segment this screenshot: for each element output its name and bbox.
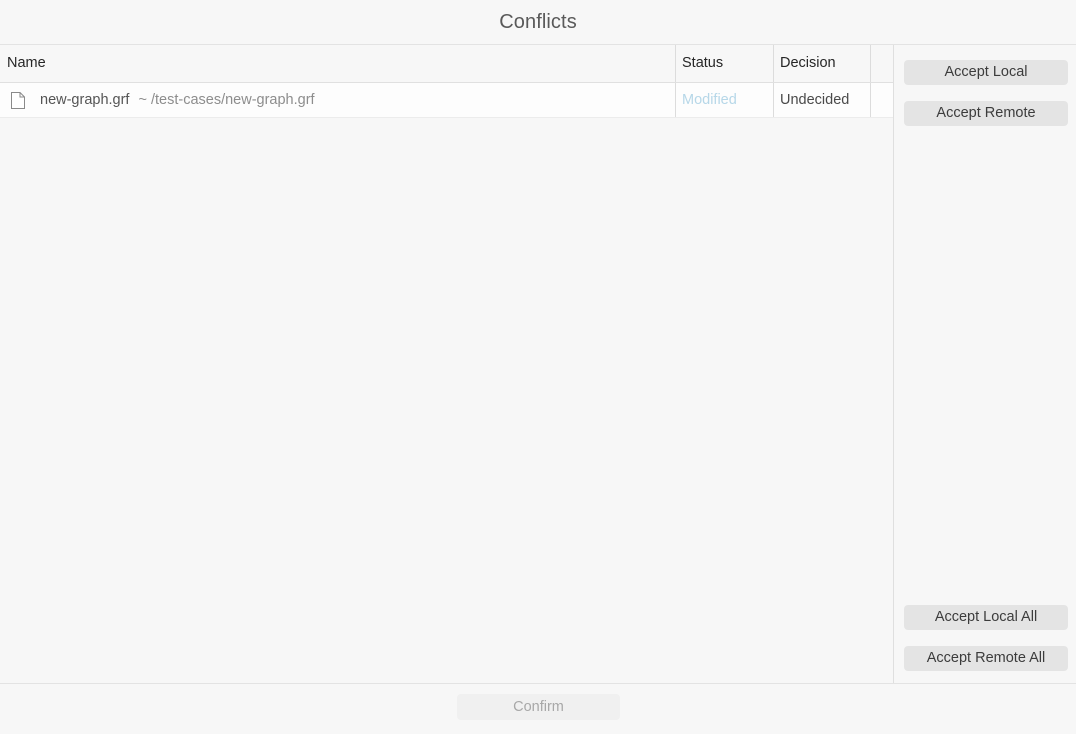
- conflicts-table: Name Status Decision new-graph.grf ~ /te…: [0, 45, 893, 683]
- column-resize-handle-decision[interactable]: [870, 45, 871, 82]
- status-badge: Modified: [682, 92, 737, 108]
- actions-panel: Accept Local Accept Remote Accept Local …: [894, 45, 1076, 683]
- row-divider-name: [675, 83, 676, 117]
- accept-remote-all-button[interactable]: Accept Remote All: [904, 646, 1068, 671]
- dialog-body: Name Status Decision new-graph.grf ~ /te…: [0, 45, 1076, 683]
- page-title: Conflicts: [499, 11, 577, 33]
- file-name-label: new-graph.grf: [40, 92, 130, 108]
- accept-remote-button[interactable]: Accept Remote: [904, 101, 1068, 126]
- table-header-row: Name Status Decision: [0, 45, 893, 83]
- row-divider-decision: [870, 83, 871, 117]
- decision-value[interactable]: Undecided: [780, 83, 864, 117]
- file-document-icon: [11, 91, 25, 109]
- file-path-label: ~ /test-cases/new-graph.grf: [138, 92, 315, 108]
- row-divider-status: [773, 83, 774, 117]
- accept-local-button[interactable]: Accept Local: [904, 60, 1068, 85]
- column-header-name[interactable]: Name: [7, 45, 667, 82]
- cell-name: new-graph.grf ~ /test-cases/new-graph.gr…: [0, 83, 668, 117]
- confirm-button[interactable]: Confirm: [457, 694, 620, 720]
- footer-bar: Confirm: [0, 684, 1076, 734]
- table-body: new-graph.grf ~ /test-cases/new-graph.gr…: [0, 83, 893, 683]
- column-resize-handle-name[interactable]: [675, 45, 676, 82]
- column-header-status[interactable]: Status: [682, 45, 770, 82]
- accept-local-all-button[interactable]: Accept Local All: [904, 605, 1068, 630]
- column-header-decision[interactable]: Decision: [780, 45, 866, 82]
- column-resize-handle-status[interactable]: [773, 45, 774, 82]
- table-row[interactable]: new-graph.grf ~ /test-cases/new-graph.gr…: [0, 83, 893, 118]
